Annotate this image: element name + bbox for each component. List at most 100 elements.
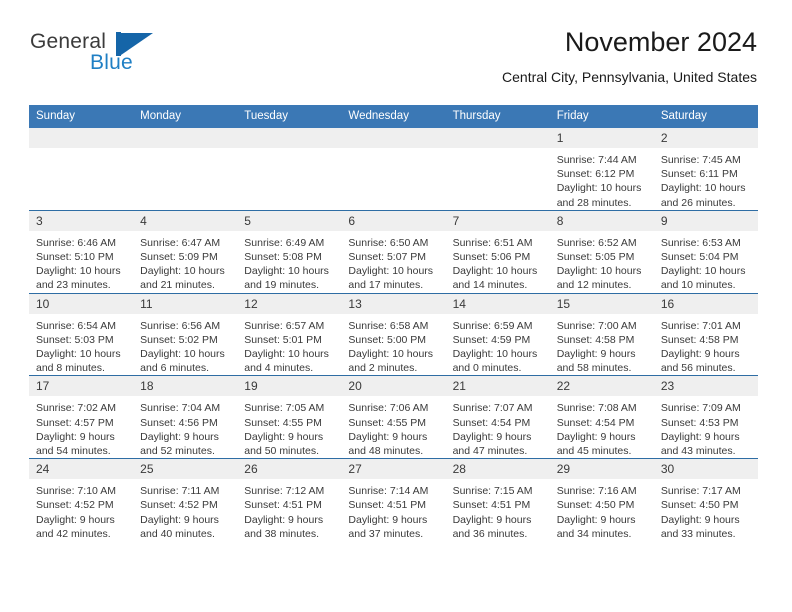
calendar-day-cell[interactable]: 22 Sunrise: 7:08 AM Sunset: 4:54 PM Dayligh… (549, 375, 654, 459)
calendar-cell-empty (445, 128, 550, 210)
sunrise-time: Sunrise: 7:08 AM (556, 402, 637, 415)
daylight-duration-line2: and 48 minutes. (348, 445, 424, 458)
calendar-cell-empty (341, 128, 446, 210)
calendar-cell-empty (237, 128, 342, 210)
daylight-duration-line1: Daylight: 10 hours (556, 265, 642, 278)
calendar-day-cell[interactable]: 13 Sunrise: 6:58 AM Sunset: 5:00 PM Dayligh… (341, 292, 446, 376)
day-details: Sunrise: 7:01 AM Sunset: 4:58 PM Daylight:… (654, 314, 758, 376)
day-details: Sunrise: 7:45 AM Sunset: 6:11 PM Daylight:… (654, 148, 758, 210)
sunset-time: Sunset: 5:06 PM (452, 251, 531, 264)
daylight-duration-line1: Daylight: 10 hours (244, 348, 329, 361)
generalblue-logo[interactable]: General Blue (30, 30, 210, 86)
weekday-header-friday: Friday (549, 105, 654, 128)
weekday-header-wednesday: Wednesday (341, 105, 446, 128)
calendar-day-cell[interactable]: 8 Sunrise: 6:52 AM Sunset: 5:05 PM Daylight… (549, 209, 654, 294)
day-details: Sunrise: 6:52 AM Sunset: 5:05 PM Daylight:… (550, 231, 654, 293)
day-number: 17 (29, 376, 134, 397)
sunset-time: Sunset: 4:55 PM (244, 416, 322, 429)
day-details: Sunrise: 6:59 AM Sunset: 4:59 PM Daylight:… (446, 314, 550, 376)
calendar-day-cell[interactable]: 9 Sunrise: 6:53 AM Sunset: 5:04 PM Daylight… (653, 209, 758, 294)
sunset-time: Sunset: 5:02 PM (140, 333, 218, 346)
sunset-time: Sunset: 4:52 PM (36, 499, 114, 512)
page-header: General Blue November 2024 Central City,… (30, 26, 757, 98)
day-number: 23 (653, 376, 758, 397)
calendar-page: General Blue November 2024 Central City,… (0, 0, 792, 612)
calendar-day-cell[interactable]: 15 Sunrise: 7:00 AM Sunset: 4:58 PM Dayligh… (549, 292, 654, 376)
calendar-day-cell[interactable]: 23 Sunrise: 7:09 AM Sunset: 4:53 PM Dayligh… (653, 375, 758, 459)
sunrise-time: Sunrise: 7:16 AM (556, 485, 637, 498)
sunset-time: Sunset: 4:58 PM (660, 333, 739, 346)
calendar-week-row: 24 Sunrise: 7:10 AM Sunset: 4:52 PM Dayligh… (29, 458, 758, 542)
day-number: 2 (653, 128, 758, 148)
calendar-day-cell[interactable]: 17 Sunrise: 7:02 AM Sunset: 4:57 PM Dayligh… (29, 375, 134, 459)
daylight-duration-line1: Daylight: 10 hours (556, 182, 642, 195)
sunrise-time: Sunrise: 6:51 AM (452, 236, 533, 249)
weekday-header-row: Sunday Monday Tuesday Wednesday Thursday… (29, 105, 758, 128)
calendar-day-cell[interactable]: 18 Sunrise: 7:04 AM Sunset: 4:56 PM Dayligh… (133, 375, 238, 459)
sunset-time: Sunset: 4:53 PM (660, 416, 739, 429)
day-number: 5 (237, 210, 342, 231)
calendar-day-cell[interactable]: 27 Sunrise: 7:14 AM Sunset: 4:51 PM Dayligh… (341, 458, 446, 542)
calendar-day-cell[interactable]: 30 Sunrise: 7:17 AM Sunset: 4:50 PM Dayligh… (653, 458, 758, 542)
calendar-day-cell[interactable]: 12 Sunrise: 6:57 AM Sunset: 5:01 PM Dayligh… (237, 292, 342, 376)
sunset-time: Sunset: 4:52 PM (140, 499, 218, 512)
daylight-duration-line2: and 26 minutes. (660, 196, 736, 209)
day-details: Sunrise: 6:51 AM Sunset: 5:06 PM Daylight:… (446, 231, 550, 293)
day-details: Sunrise: 7:04 AM Sunset: 4:56 PM Daylight:… (133, 396, 237, 458)
calendar-day-cell[interactable]: 19 Sunrise: 7:05 AM Sunset: 4:55 PM Dayligh… (237, 375, 342, 459)
day-details: Sunrise: 7:09 AM Sunset: 4:53 PM Daylight:… (654, 396, 758, 458)
calendar-day-cell[interactable]: 16 Sunrise: 7:01 AM Sunset: 4:58 PM Dayligh… (653, 292, 758, 376)
calendar-day-cell[interactable]: 7 Sunrise: 6:51 AM Sunset: 5:06 PM Daylight… (445, 209, 550, 294)
day-number: 15 (549, 293, 654, 314)
calendar-day-cell[interactable]: 10 Sunrise: 6:54 AM Sunset: 5:03 PM Dayligh… (29, 292, 134, 376)
day-details: Sunrise: 6:49 AM Sunset: 5:08 PM Daylight:… (237, 231, 341, 293)
day-number: 29 (549, 459, 654, 480)
calendar-day-cell[interactable]: 26 Sunrise: 7:12 AM Sunset: 4:51 PM Dayligh… (237, 458, 342, 542)
sunrise-time: Sunrise: 7:10 AM (36, 485, 116, 498)
calendar-day-cell[interactable]: 20 Sunrise: 7:06 AM Sunset: 4:55 PM Dayligh… (341, 375, 446, 459)
sunset-time: Sunset: 5:03 PM (36, 333, 114, 346)
sunrise-time: Sunrise: 6:47 AM (140, 236, 221, 249)
sunset-time: Sunset: 4:57 PM (36, 416, 114, 429)
day-details: Sunrise: 7:07 AM Sunset: 4:54 PM Daylight:… (446, 396, 550, 458)
sunset-time: Sunset: 5:00 PM (348, 333, 427, 346)
title-block: November 2024 Central City, Pennsylvania… (502, 26, 757, 86)
daylight-duration-line1: Daylight: 9 hours (660, 513, 740, 526)
calendar-day-cell[interactable]: 14 Sunrise: 6:59 AM Sunset: 4:59 PM Dayligh… (445, 292, 550, 376)
calendar-day-cell[interactable]: 28 Sunrise: 7:15 AM Sunset: 4:51 PM Dayligh… (445, 458, 550, 542)
day-number: 19 (237, 376, 342, 397)
day-number: 8 (549, 210, 654, 231)
page-subtitle-location: Central City, Pennsylvania, United State… (502, 69, 757, 85)
daylight-duration-line1: Daylight: 10 hours (140, 265, 225, 278)
weekday-header-sunday: Sunday (29, 105, 134, 128)
calendar-day-cell[interactable]: 5 Sunrise: 6:49 AM Sunset: 5:08 PM Daylight… (237, 209, 342, 294)
daylight-duration-line2: and 28 minutes. (556, 196, 632, 209)
day-details: Sunrise: 7:11 AM Sunset: 4:52 PM Daylight:… (133, 479, 237, 541)
sunrise-time: Sunrise: 6:46 AM (36, 236, 116, 249)
page-title: November 2024 (564, 27, 757, 57)
daylight-duration-line2: and 52 minutes. (140, 445, 215, 458)
daylight-duration-line2: and 50 minutes. (244, 445, 319, 458)
sunset-time: Sunset: 5:05 PM (556, 251, 635, 264)
calendar-day-cell[interactable]: 6 Sunrise: 6:50 AM Sunset: 5:07 PM Daylight… (341, 209, 446, 294)
day-details: Sunrise: 7:06 AM Sunset: 4:55 PM Daylight:… (341, 396, 445, 458)
calendar-day-cell[interactable]: 2 Sunrise: 7:45 AM Sunset: 6:11 PM Daylight… (653, 128, 758, 210)
calendar-day-cell[interactable]: 25 Sunrise: 7:11 AM Sunset: 4:52 PM Dayligh… (133, 458, 238, 542)
calendar-day-cell[interactable]: 4 Sunrise: 6:47 AM Sunset: 5:09 PM Daylight… (133, 209, 238, 294)
sunset-time: Sunset: 4:54 PM (556, 416, 635, 429)
day-details: Sunrise: 6:47 AM Sunset: 5:09 PM Daylight:… (133, 231, 237, 293)
calendar-day-cell[interactable]: 29 Sunrise: 7:16 AM Sunset: 4:50 PM Dayligh… (549, 458, 654, 542)
day-details: Sunrise: 7:15 AM Sunset: 4:51 PM Daylight:… (446, 479, 550, 541)
calendar-day-cell[interactable]: 11 Sunrise: 6:56 AM Sunset: 5:02 PM Dayligh… (133, 292, 238, 376)
sunrise-time: Sunrise: 7:12 AM (244, 485, 325, 498)
day-details: Sunrise: 6:53 AM Sunset: 5:04 PM Daylight:… (654, 231, 758, 293)
day-details: Sunrise: 7:08 AM Sunset: 4:54 PM Daylight:… (550, 396, 654, 458)
sunrise-time: Sunrise: 7:07 AM (452, 402, 533, 415)
calendar-day-cell[interactable]: 1 Sunrise: 7:44 AM Sunset: 6:12 PM Daylight… (549, 128, 654, 210)
calendar-day-cell[interactable]: 3 Sunrise: 6:46 AM Sunset: 5:10 PM Daylight… (29, 209, 134, 294)
calendar-day-cell[interactable]: 24 Sunrise: 7:10 AM Sunset: 4:52 PM Dayligh… (29, 458, 134, 542)
calendar-day-cell[interactable]: 21 Sunrise: 7:07 AM Sunset: 4:54 PM Dayligh… (445, 375, 550, 459)
daylight-duration-line2: and 47 minutes. (452, 445, 528, 458)
daylight-duration-line1: Daylight: 9 hours (244, 513, 324, 526)
sunrise-time: Sunrise: 6:56 AM (140, 319, 221, 332)
